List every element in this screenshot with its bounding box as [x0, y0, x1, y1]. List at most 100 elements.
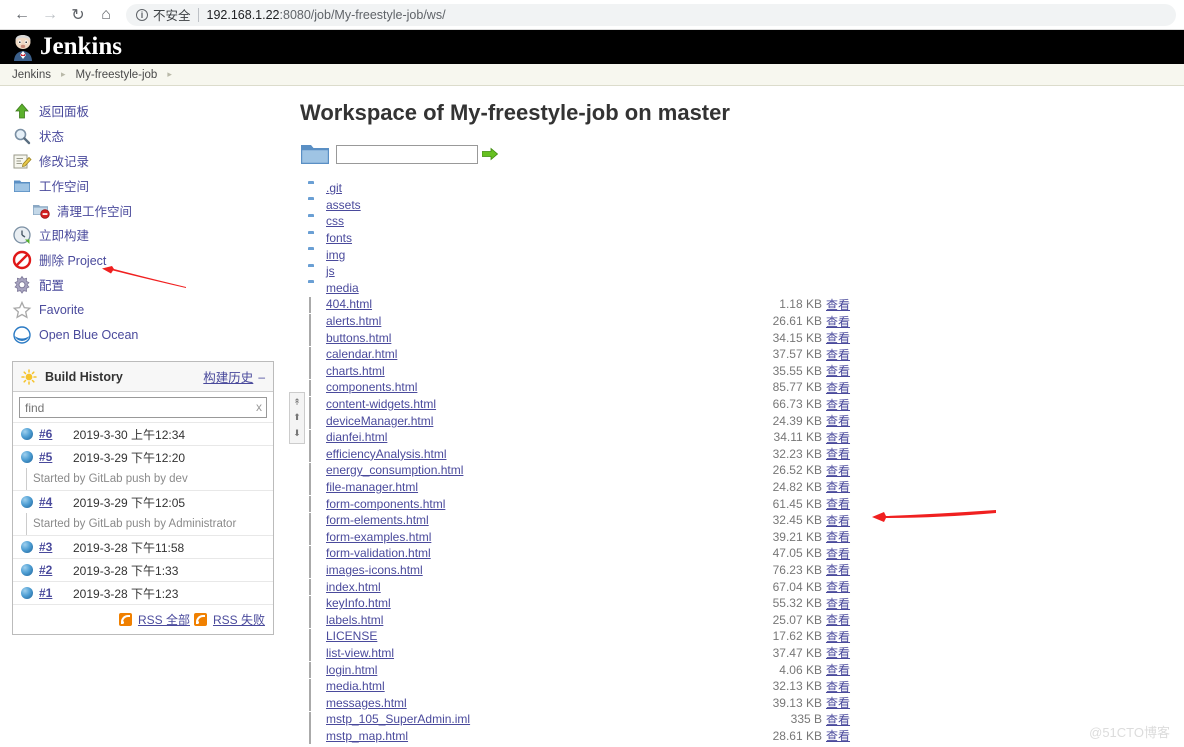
clear-search-icon[interactable]: x — [256, 400, 262, 414]
view-file-link[interactable]: 查看 — [826, 578, 850, 595]
view-file-link[interactable]: 查看 — [826, 561, 850, 578]
file-name-link[interactable]: form-examples.html — [326, 530, 431, 544]
address-bar[interactable]: i 不安全 192.168.1.22:8080/job/My-freestyle… — [126, 3, 1176, 26]
file-name-link[interactable]: file-manager.html — [326, 480, 418, 494]
sidebar-item-open-blue-ocean[interactable]: Open Blue Ocean — [0, 322, 290, 347]
file-name-link[interactable]: 404.html — [326, 297, 372, 311]
sidebar-item-label[interactable]: 修改记录 — [39, 151, 89, 170]
view-file-link[interactable]: 查看 — [826, 595, 850, 612]
file-name-link[interactable]: components.html — [326, 380, 417, 394]
file-name-link[interactable]: buttons.html — [326, 331, 391, 345]
file-name-link[interactable]: calendar.html — [326, 347, 397, 361]
build-history-row[interactable]: #1 2019-3-28 下午1:23 — [13, 581, 273, 604]
view-file-link[interactable]: 查看 — [826, 678, 850, 695]
file-name-link[interactable]: messages.html — [326, 696, 407, 710]
file-name-link[interactable]: list-view.html — [326, 646, 394, 660]
build-number-link[interactable]: #5 — [39, 450, 73, 464]
sidebar-item-label[interactable]: 立即构建 — [39, 225, 89, 244]
rss-failed-link[interactable]: RSS 失败 — [213, 611, 265, 628]
file-name-link[interactable]: .git — [326, 181, 342, 195]
view-file-link[interactable]: 查看 — [826, 545, 850, 562]
back-icon[interactable]: ← — [8, 3, 36, 27]
view-file-link[interactable]: 查看 — [826, 313, 850, 330]
view-file-link[interactable]: 查看 — [826, 611, 850, 628]
home-icon[interactable]: ⌂ — [92, 3, 120, 27]
file-name-link[interactable]: images-icons.html — [326, 563, 423, 577]
build-history-row[interactable]: #4 2019-3-29 下午12:05 — [13, 490, 273, 513]
view-file-link[interactable]: 查看 — [826, 727, 850, 744]
view-file-link[interactable]: 查看 — [826, 528, 850, 545]
minus-icon[interactable]: – — [258, 370, 265, 384]
sidebar-item-status[interactable]: 状态 — [0, 123, 290, 148]
view-file-link[interactable]: 查看 — [826, 711, 850, 728]
file-name-link[interactable]: form-validation.html — [326, 546, 431, 560]
path-input[interactable] — [336, 144, 478, 164]
breadcrumb-item-job[interactable]: My-freestyle-job — [76, 69, 158, 81]
rss-all-link[interactable]: RSS 全部 — [138, 611, 190, 628]
jenkins-butler-icon[interactable] — [10, 33, 36, 61]
sidebar-item-configure[interactable]: 配置 — [0, 272, 290, 297]
view-file-link[interactable]: 查看 — [826, 478, 850, 495]
sidebar-item-workspace[interactable]: 工作空间 — [0, 173, 290, 198]
forward-icon[interactable]: → — [36, 3, 64, 27]
sidebar-item-label[interactable]: 配置 — [39, 275, 64, 294]
sidebar-item-delete-project[interactable]: 删除 Project — [0, 247, 290, 272]
file-name-link[interactable]: media — [326, 281, 359, 295]
file-name-link[interactable]: dianfei.html — [326, 430, 387, 444]
file-name-link[interactable]: energy_consumption.html — [326, 463, 463, 477]
view-file-link[interactable]: 查看 — [826, 694, 850, 711]
file-name-link[interactable]: labels.html — [326, 613, 383, 627]
view-file-link[interactable]: 查看 — [826, 329, 850, 346]
build-number-link[interactable]: #2 — [39, 563, 73, 577]
sidebar-item-label[interactable]: 清理工作空间 — [57, 201, 132, 220]
build-number-link[interactable]: #1 — [39, 586, 73, 600]
file-name-link[interactable]: fonts — [326, 231, 352, 245]
sidebar-item-build-now[interactable]: 立即构建 — [0, 222, 290, 247]
view-file-link[interactable]: 查看 — [826, 346, 850, 363]
build-number-link[interactable]: #6 — [39, 427, 73, 441]
view-file-link[interactable]: 查看 — [826, 362, 850, 379]
breadcrumb-item-jenkins[interactable]: Jenkins — [12, 69, 51, 81]
file-name-link[interactable]: efficiencyAnalysis.html — [326, 447, 447, 461]
file-name-link[interactable]: form-elements.html — [326, 513, 429, 527]
build-history-row[interactable]: #5 2019-3-29 下午12:20 — [13, 445, 273, 468]
view-file-link[interactable]: 查看 — [826, 512, 850, 529]
sidebar-item-wipe-workspace[interactable]: 清理工作空间 — [0, 198, 290, 222]
file-name-link[interactable]: js — [326, 264, 335, 278]
file-name-link[interactable]: deviceManager.html — [326, 414, 433, 428]
reload-icon[interactable]: ↻ — [64, 3, 92, 27]
view-file-link[interactable]: 查看 — [826, 445, 850, 462]
file-name-link[interactable]: media.html — [326, 679, 385, 693]
sidebar-item-label[interactable]: 返回面板 — [39, 101, 89, 120]
file-name-link[interactable]: assets — [326, 198, 361, 212]
file-name-link[interactable]: form-components.html — [326, 497, 445, 511]
sidebar-item-changes[interactable]: 修改记录 — [0, 148, 290, 173]
view-file-link[interactable]: 查看 — [826, 412, 850, 429]
info-icon[interactable]: i — [136, 8, 148, 21]
file-name-link[interactable]: keyInfo.html — [326, 596, 391, 610]
file-name-link[interactable]: alerts.html — [326, 314, 381, 328]
sidebar-item-label[interactable]: 删除 Project — [39, 250, 106, 269]
view-file-link[interactable]: 查看 — [826, 296, 850, 313]
build-number-link[interactable]: #3 — [39, 540, 73, 554]
file-name-link[interactable]: login.html — [326, 663, 377, 677]
view-file-link[interactable]: 查看 — [826, 628, 850, 645]
sidebar-item-label[interactable]: 状态 — [39, 126, 64, 145]
sidebar-item-label[interactable]: 工作空间 — [39, 176, 89, 195]
file-name-link[interactable]: mstp_105_SuperAdmin.iml — [326, 712, 470, 726]
build-history-row[interactable]: #2 2019-3-28 下午1:33 — [13, 558, 273, 581]
file-name-link[interactable]: img — [326, 248, 345, 262]
view-file-link[interactable]: 查看 — [826, 644, 850, 661]
build-history-row[interactable]: #6 2019-3-30 上午12:34 — [13, 422, 273, 445]
view-file-link[interactable]: 查看 — [826, 379, 850, 396]
file-name-link[interactable]: mstp_map.html — [326, 729, 408, 743]
file-name-link[interactable]: LICENSE — [326, 629, 377, 643]
sidebar-item-label[interactable]: Open Blue Ocean — [39, 328, 138, 342]
file-name-link[interactable]: index.html — [326, 580, 381, 594]
page-title[interactable]: Jenkins — [40, 33, 122, 61]
sidebar-item-favorite[interactable]: Favorite — [0, 297, 290, 322]
view-file-link[interactable]: 查看 — [826, 495, 850, 512]
build-number-link[interactable]: #4 — [39, 495, 73, 509]
green-arrow-right-icon[interactable] — [481, 147, 499, 161]
view-file-link[interactable]: 查看 — [826, 396, 850, 413]
